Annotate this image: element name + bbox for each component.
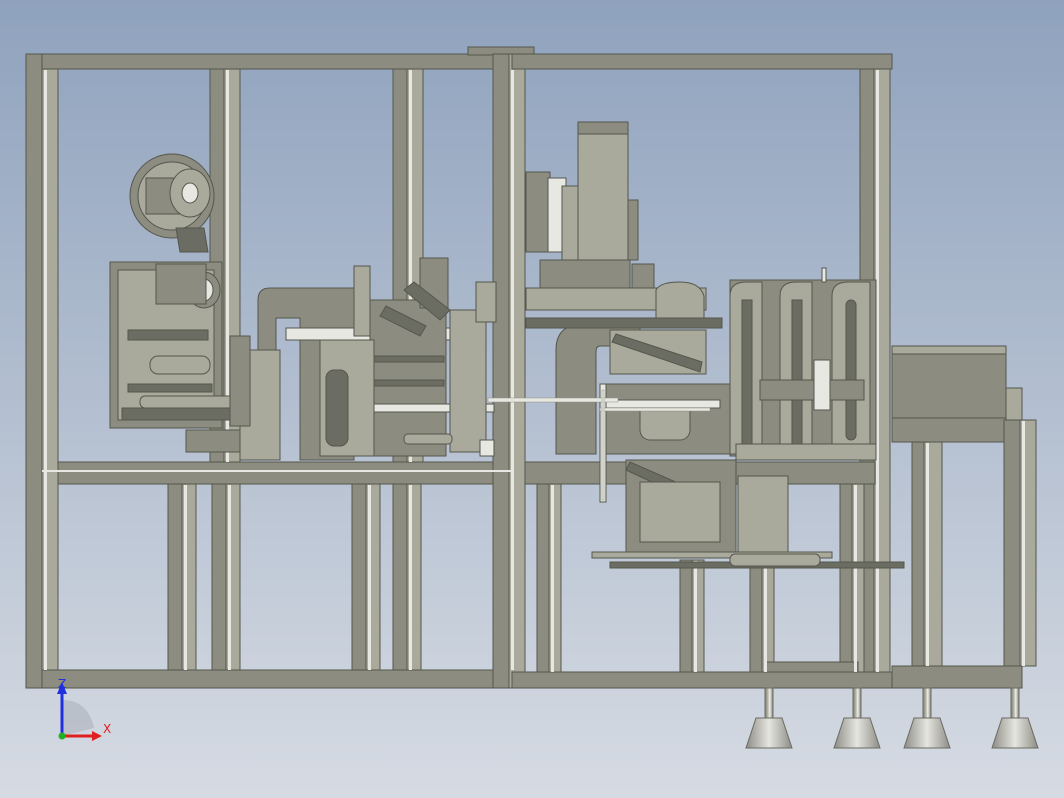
model-canvas[interactable] xyxy=(0,0,1064,798)
cad-3d-viewport[interactable]: Z X xyxy=(0,0,1064,798)
triad-x-label: X xyxy=(103,722,112,736)
right-mechanism xyxy=(729,267,877,461)
triad-plane-shadow xyxy=(62,700,94,736)
triad-y-axis xyxy=(58,732,66,740)
triad-x-arrowhead xyxy=(92,731,102,741)
triad-z-label: Z xyxy=(58,677,67,691)
